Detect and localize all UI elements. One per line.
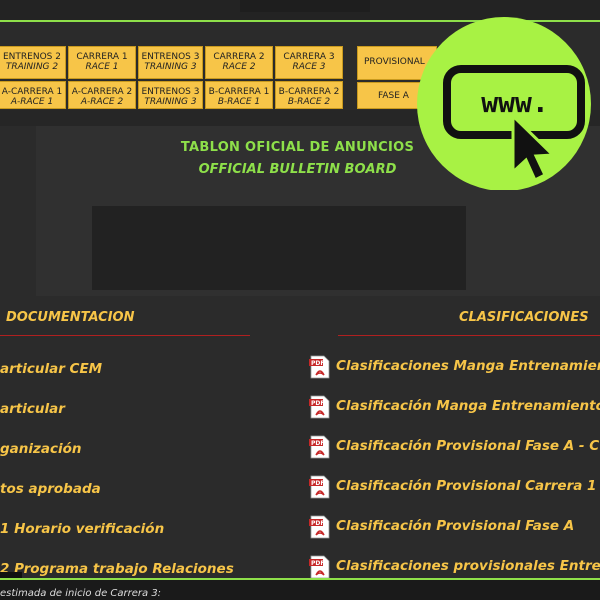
svg-text:PDF: PDF xyxy=(311,360,324,367)
nav-sublabel: TRAINING 3 xyxy=(144,62,197,72)
pdf-icon: PDF xyxy=(309,435,330,459)
nav-label: B-CARRERA 2 xyxy=(278,87,340,97)
nav-label: CARRERA 2 xyxy=(213,52,265,62)
nav-label: ENTRENOS 2 xyxy=(3,52,61,62)
nav-sublabel: B-RACE 1 xyxy=(217,97,261,107)
pdf-icon: PDF xyxy=(309,555,330,579)
clasificacion-label: Clasificaciones provisionales Entre xyxy=(336,558,600,574)
nav-sublabel: A-RACE 1 xyxy=(10,97,54,107)
nav-b-carrera-1[interactable]: B-CARRERA 1 B-RACE 1 xyxy=(205,81,273,109)
doc-link[interactable]: tos aprobada xyxy=(0,481,101,497)
svg-text:PDF: PDF xyxy=(311,400,324,407)
nav-label: CARRERA 3 xyxy=(283,52,335,62)
nav-label: ENTRENOS 3 xyxy=(141,87,200,97)
doc-link[interactable]: 1 Horario verificación xyxy=(0,521,164,537)
nav-a-carrera-1[interactable]: A-CARRERA 1 A-RACE 1 xyxy=(0,81,66,109)
doc-link[interactable]: articular xyxy=(0,401,65,417)
svg-text:PDF: PDF xyxy=(311,480,324,487)
nav-label: B-CARRERA 1 xyxy=(208,87,270,97)
clasificacion-label: Clasificación Provisional Fase A xyxy=(336,518,575,534)
doc-link[interactable]: articular CEM xyxy=(0,361,102,377)
nav-sublabel: A-RACE 2 xyxy=(80,97,124,107)
nav-entrenos-3[interactable]: ENTRENOS 3 TRAINING 3 xyxy=(138,46,203,79)
nav-sublabel: B-RACE 2 xyxy=(287,97,331,107)
footer-text: estimada de inicio de Carrera 3: xyxy=(0,580,600,600)
media-placeholder xyxy=(92,206,466,290)
nav-entrenos-3-b[interactable]: ENTRENOS 3 TRAINING 3 xyxy=(138,81,203,109)
svg-text:PDF: PDF xyxy=(311,560,324,567)
svg-text:PDF: PDF xyxy=(311,520,324,527)
nav-sublabel: TRAINING 2 xyxy=(5,62,59,72)
section-rule-left xyxy=(0,335,250,336)
nav-label: A-CARRERA 2 xyxy=(71,87,133,97)
doc-link[interactable]: ganización xyxy=(0,441,82,457)
nav-carrera-2[interactable]: CARRERA 2 RACE 2 xyxy=(205,46,273,79)
clasificacion-label: Clasificación Manga Entrenamiento xyxy=(336,398,600,414)
doc-link[interactable]: 2 Programa trabajo Relaciones xyxy=(0,561,234,577)
nav-carrera-1[interactable]: CARRERA 1 RACE 1 xyxy=(68,46,136,79)
pdf-icon: PDF xyxy=(309,475,330,499)
nav-b-carrera-2[interactable]: B-CARRERA 2 B-RACE 2 xyxy=(275,81,343,109)
nav-carrera-3[interactable]: CARRERA 3 RACE 3 xyxy=(275,46,343,79)
nav-a-carrera-2[interactable]: A-CARRERA 2 A-RACE 2 xyxy=(68,81,136,109)
top-bar-notch xyxy=(240,0,370,12)
section-documentacion: DOCUMENTACION xyxy=(6,310,135,325)
nav-sublabel: RACE 3 xyxy=(292,62,326,72)
svg-text:www.: www. xyxy=(481,86,548,119)
www-cursor-icon: www. xyxy=(417,17,591,190)
nav-label: CARRERA 1 xyxy=(76,52,128,62)
clasificacion-label: Clasificación Provisional Fase A - C xyxy=(336,438,600,454)
nav-sublabel: RACE 2 xyxy=(222,62,256,72)
section-rule-right xyxy=(338,335,600,336)
section-clasificaciones: CLASIFICACIONES xyxy=(459,310,589,325)
clasificacion-label: Clasificaciones Manga Entrenamiento xyxy=(336,358,600,374)
pdf-icon: PDF xyxy=(309,515,330,539)
nav-sublabel: TRAINING 3 xyxy=(144,97,197,107)
nav-label: ENTRENOS 3 xyxy=(141,52,200,62)
clasificacion-label: Clasificación Provisional Carrera 1 xyxy=(336,478,597,494)
svg-text:PDF: PDF xyxy=(311,440,324,447)
pdf-icon: PDF xyxy=(309,355,330,379)
nav-label: A-CARRERA 1 xyxy=(1,87,63,97)
pdf-icon: PDF xyxy=(309,395,330,419)
nav-sublabel: RACE 1 xyxy=(85,62,119,72)
nav-entrenos-2[interactable]: ENTRENOS 2 TRAINING 2 xyxy=(0,46,66,79)
